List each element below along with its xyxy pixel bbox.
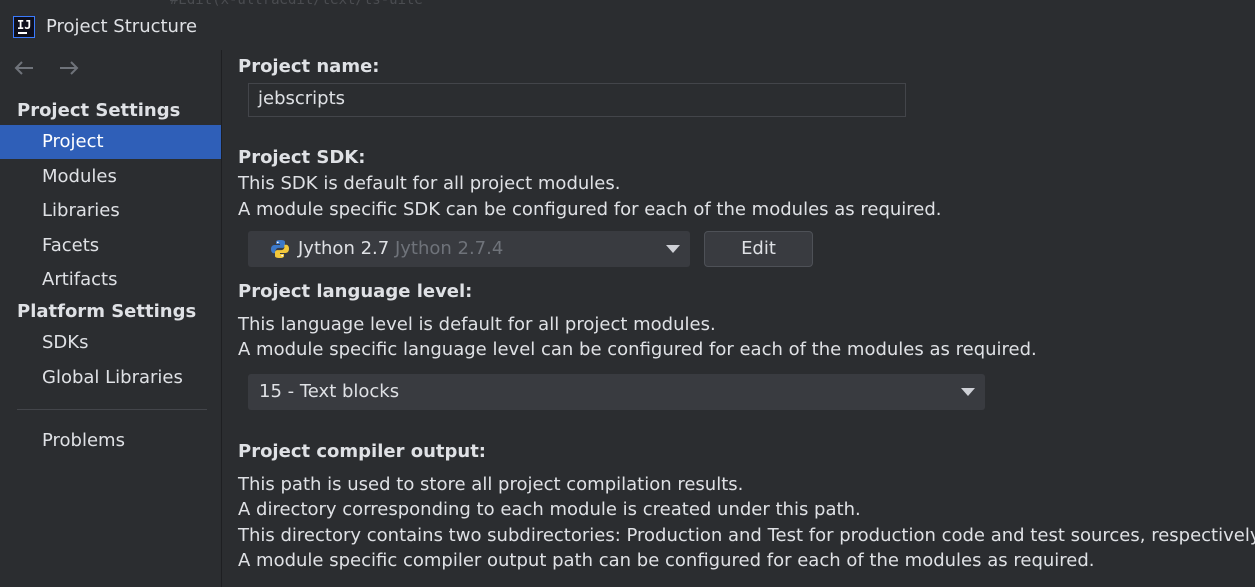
group-platform-settings: Platform Settings <box>17 301 197 322</box>
sdk-selected-value: Jython 2.7 <box>298 238 390 259</box>
language-level-desc-1: This language level is default for all p… <box>238 314 716 335</box>
project-sdk-desc-1: This SDK is default for all project modu… <box>238 173 621 194</box>
main-content: Project name: jebscripts Project SDK: Th… <box>222 50 1255 587</box>
compiler-output-label: Project compiler output: <box>238 441 487 462</box>
group-project-settings: Project Settings <box>17 100 181 121</box>
sidebar-item-problems[interactable]: Problems <box>0 424 221 458</box>
compiler-output-desc-2: A directory corresponding to each module… <box>238 499 861 520</box>
sidebar-item-modules[interactable]: Modules <box>0 160 221 194</box>
nav-arrows <box>12 58 81 78</box>
intellij-app-icon: IJ <box>13 16 35 38</box>
project-sdk-dropdown[interactable]: Jython 2.7 Jython 2.7.4 <box>248 231 690 267</box>
sidebar-item-label: Facets <box>42 235 100 256</box>
sidebar-item-label: Global Libraries <box>42 367 183 388</box>
sidebar-item-global-libraries[interactable]: Global Libraries <box>0 361 221 395</box>
sidebar-item-label: Artifacts <box>42 269 118 290</box>
language-level-selected-value: 15 - Text blocks <box>259 381 400 402</box>
window-title: Project Structure <box>46 16 198 37</box>
forward-arrow-icon[interactable] <box>57 58 81 78</box>
sidebar-item-label: Project <box>42 131 104 152</box>
background-window-text: #Edit(x-ultraedit/text/ts-uite <box>170 0 423 8</box>
project-name-field[interactable]: jebscripts <box>248 83 906 117</box>
language-level-label: Project language level: <box>238 281 473 302</box>
project-sdk-label: Project SDK: <box>238 147 366 168</box>
sidebar-item-label: Libraries <box>42 200 120 221</box>
compiler-output-desc-1: This path is used to store all project c… <box>238 474 744 495</box>
language-level-desc-2: A module specific language level can be … <box>238 339 1037 360</box>
title-bar: #Edit(x-ultraedit/text/ts-uite IJ Projec… <box>0 0 1255 50</box>
project-sdk-desc-2: A module specific SDK can be configured … <box>238 199 942 220</box>
chevron-down-icon <box>666 245 680 253</box>
project-name-label: Project name: <box>238 56 380 77</box>
compiler-output-desc-4: A module specific compiler output path c… <box>238 550 1095 571</box>
edit-sdk-button[interactable]: Edit <box>704 231 813 267</box>
sidebar-item-facets[interactable]: Facets <box>0 229 221 263</box>
compiler-output-desc-3: This directory contains two subdirectori… <box>238 525 1255 546</box>
sidebar-item-libraries[interactable]: Libraries <box>0 194 221 228</box>
back-arrow-icon[interactable] <box>12 58 36 78</box>
python-icon <box>271 240 289 258</box>
sdk-version: Jython 2.7.4 <box>394 238 504 259</box>
sidebar-item-label: Modules <box>42 166 117 187</box>
sidebar-item-sdks[interactable]: SDKs <box>0 326 221 360</box>
sidebar-divider <box>17 409 207 410</box>
sidebar-item-project[interactable]: Project <box>0 125 221 159</box>
language-level-dropdown[interactable]: 15 - Text blocks <box>248 374 985 410</box>
sidebar-item-label: SDKs <box>42 332 89 353</box>
chevron-down-icon <box>961 388 975 396</box>
sidebar-item-artifacts[interactable]: Artifacts <box>0 263 221 297</box>
sidebar: Project Settings Project Modules Librari… <box>0 50 221 587</box>
sidebar-item-label: Problems <box>42 430 125 451</box>
